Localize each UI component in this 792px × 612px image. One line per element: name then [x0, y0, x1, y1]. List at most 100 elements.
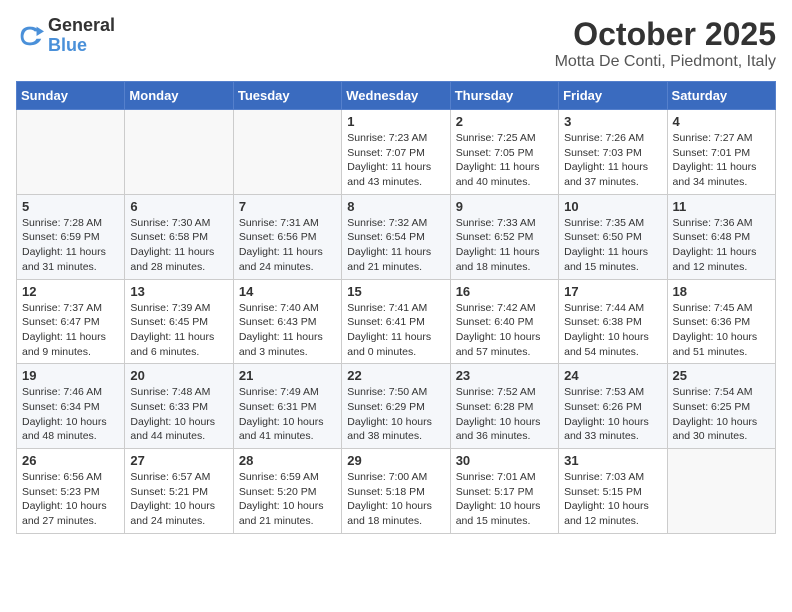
day-info: Sunrise: 7:01 AMSunset: 5:17 PMDaylight:…	[456, 470, 553, 529]
day-info: Sunrise: 7:00 AMSunset: 5:18 PMDaylight:…	[347, 470, 444, 529]
day-number: 22	[347, 368, 444, 383]
table-row: 16 Sunrise: 7:42 AMSunset: 6:40 PMDayligh…	[450, 279, 558, 364]
logo-general-text: General	[48, 16, 115, 36]
table-row: 3 Sunrise: 7:26 AMSunset: 7:03 PMDaylight…	[559, 110, 667, 195]
table-row: 12Sunrise: 7:37 AMSunset: 6:47 PMDayligh…	[17, 279, 125, 364]
table-row	[667, 449, 775, 534]
table-row: 23Sunrise: 7:52 AMSunset: 6:28 PMDayligh…	[450, 364, 558, 449]
day-number: 11	[673, 199, 770, 214]
header-friday: Friday	[559, 82, 667, 110]
table-row: 4Sunrise: 7:27 AMSunset: 7:01 PMDaylight…	[667, 110, 775, 195]
day-number: 26	[22, 453, 119, 468]
day-number: 8	[347, 199, 444, 214]
day-info: Sunrise: 7:42 AMSunset: 6:40 PMDaylight:…	[456, 301, 553, 360]
day-number: 9	[456, 199, 553, 214]
day-info: Sunrise: 7:41 AMSunset: 6:41 PMDaylight:…	[347, 301, 444, 360]
table-row	[125, 110, 233, 195]
day-number: 31	[564, 453, 661, 468]
day-info: Sunrise: 7:46 AMSunset: 6:34 PMDaylight:…	[22, 385, 119, 444]
day-info: Sunrise: 6:56 AMSunset: 5:23 PMDaylight:…	[22, 470, 119, 529]
logo-text: General Blue	[48, 16, 115, 56]
day-number: 7	[239, 199, 336, 214]
day-number: 16	[456, 284, 553, 299]
day-info: Sunrise: 7:54 AMSunset: 6:25 PMDaylight:…	[673, 385, 770, 444]
day-number: 24	[564, 368, 661, 383]
table-row	[233, 110, 341, 195]
calendar-table: Sunday Monday Tuesday Wednesday Thursday…	[16, 81, 776, 534]
table-row: 2 Sunrise: 7:25 AMSunset: 7:05 PMDaylight…	[450, 110, 558, 195]
day-info: Sunrise: 7:26 AMSunset: 7:03 PMDaylight:…	[564, 131, 661, 190]
day-number: 25	[673, 368, 770, 383]
calendar-week-row: 26 Sunrise: 6:56 AMSunset: 5:23 PMDayligh…	[17, 449, 776, 534]
table-row: 6Sunrise: 7:30 AMSunset: 6:58 PMDaylight…	[125, 194, 233, 279]
day-info: Sunrise: 7:50 AMSunset: 6:29 PMDaylight:…	[347, 385, 444, 444]
table-row: 30Sunrise: 7:01 AMSunset: 5:17 PMDayligh…	[450, 449, 558, 534]
table-row: 28Sunrise: 6:59 AMSunset: 5:20 PMDayligh…	[233, 449, 341, 534]
day-info: Sunrise: 7:53 AMSunset: 6:26 PMDaylight:…	[564, 385, 661, 444]
day-info: Sunrise: 7:39 AMSunset: 6:45 PMDaylight:…	[130, 301, 227, 360]
day-number: 3	[564, 114, 661, 129]
table-row: 19 Sunrise: 7:46 AMSunset: 6:34 PMDayligh…	[17, 364, 125, 449]
day-info: Sunrise: 7:03 AMSunset: 5:15 PMDaylight:…	[564, 470, 661, 529]
day-number: 21	[239, 368, 336, 383]
day-number: 15	[347, 284, 444, 299]
page-header: General Blue October 2025 Motta De Conti…	[16, 16, 776, 71]
table-row: 20Sunrise: 7:48 AMSunset: 6:33 PMDayligh…	[125, 364, 233, 449]
table-row: 11 Sunrise: 7:36 AMSunset: 6:48 PMDayligh…	[667, 194, 775, 279]
title-block: October 2025 Motta De Conti, Piedmont, I…	[555, 16, 776, 71]
day-info: Sunrise: 7:48 AMSunset: 6:33 PMDaylight:…	[130, 385, 227, 444]
day-info: Sunrise: 6:57 AMSunset: 5:21 PMDaylight:…	[130, 470, 227, 529]
table-row: 26 Sunrise: 6:56 AMSunset: 5:23 PMDayligh…	[17, 449, 125, 534]
day-number: 27	[130, 453, 227, 468]
header-saturday: Saturday	[667, 82, 775, 110]
table-row: 5Sunrise: 7:28 AMSunset: 6:59 PMDaylight…	[17, 194, 125, 279]
header-tuesday: Tuesday	[233, 82, 341, 110]
day-number: 14	[239, 284, 336, 299]
day-info: Sunrise: 7:25 AMSunset: 7:05 PMDaylight:…	[456, 131, 553, 190]
table-row: 21 Sunrise: 7:49 AMSunset: 6:31 PMDayligh…	[233, 364, 341, 449]
day-info: Sunrise: 7:36 AMSunset: 6:48 PMDaylight:…	[673, 216, 770, 275]
table-row	[17, 110, 125, 195]
day-info: Sunrise: 7:52 AMSunset: 6:28 PMDaylight:…	[456, 385, 553, 444]
table-row: 15 Sunrise: 7:41 AMSunset: 6:41 PMDayligh…	[342, 279, 450, 364]
day-info: Sunrise: 7:40 AMSunset: 6:43 PMDaylight:…	[239, 301, 336, 360]
calendar-week-row: 1 Sunrise: 7:23 AMSunset: 7:07 PMDaylight…	[17, 110, 776, 195]
table-row: 17 Sunrise: 7:44 AMSunset: 6:38 PMDayligh…	[559, 279, 667, 364]
table-row: 1 Sunrise: 7:23 AMSunset: 7:07 PMDaylight…	[342, 110, 450, 195]
day-number: 19	[22, 368, 119, 383]
day-number: 2	[456, 114, 553, 129]
table-row: 9 Sunrise: 7:33 AMSunset: 6:52 PMDaylight…	[450, 194, 558, 279]
day-info: Sunrise: 7:23 AMSunset: 7:07 PMDaylight:…	[347, 131, 444, 190]
day-info: Sunrise: 7:30 AMSunset: 6:58 PMDaylight:…	[130, 216, 227, 275]
table-row: 8 Sunrise: 7:32 AMSunset: 6:54 PMDaylight…	[342, 194, 450, 279]
day-info: Sunrise: 7:31 AMSunset: 6:56 PMDaylight:…	[239, 216, 336, 275]
day-info: Sunrise: 7:33 AMSunset: 6:52 PMDaylight:…	[456, 216, 553, 275]
weekday-header-row: Sunday Monday Tuesday Wednesday Thursday…	[17, 82, 776, 110]
month-title: October 2025	[555, 16, 776, 53]
table-row: 13Sunrise: 7:39 AMSunset: 6:45 PMDayligh…	[125, 279, 233, 364]
day-number: 1	[347, 114, 444, 129]
day-number: 29	[347, 453, 444, 468]
calendar-week-row: 19 Sunrise: 7:46 AMSunset: 6:34 PMDayligh…	[17, 364, 776, 449]
day-info: Sunrise: 7:49 AMSunset: 6:31 PMDaylight:…	[239, 385, 336, 444]
day-info: Sunrise: 7:32 AMSunset: 6:54 PMDaylight:…	[347, 216, 444, 275]
calendar-week-row: 12Sunrise: 7:37 AMSunset: 6:47 PMDayligh…	[17, 279, 776, 364]
header-thursday: Thursday	[450, 82, 558, 110]
day-info: Sunrise: 7:27 AMSunset: 7:01 PMDaylight:…	[673, 131, 770, 190]
day-number: 28	[239, 453, 336, 468]
day-info: Sunrise: 7:37 AMSunset: 6:47 PMDaylight:…	[22, 301, 119, 360]
calendar-week-row: 5Sunrise: 7:28 AMSunset: 6:59 PMDaylight…	[17, 194, 776, 279]
table-row: 25 Sunrise: 7:54 AMSunset: 6:25 PMDayligh…	[667, 364, 775, 449]
day-number: 18	[673, 284, 770, 299]
table-row: 18 Sunrise: 7:45 AMSunset: 6:36 PMDayligh…	[667, 279, 775, 364]
table-row: 22 Sunrise: 7:50 AMSunset: 6:29 PMDayligh…	[342, 364, 450, 449]
day-number: 17	[564, 284, 661, 299]
location-title: Motta De Conti, Piedmont, Italy	[555, 53, 776, 71]
day-info: Sunrise: 7:44 AMSunset: 6:38 PMDaylight:…	[564, 301, 661, 360]
header-wednesday: Wednesday	[342, 82, 450, 110]
day-number: 5	[22, 199, 119, 214]
day-info: Sunrise: 7:35 AMSunset: 6:50 PMDaylight:…	[564, 216, 661, 275]
table-row: 27 Sunrise: 6:57 AMSunset: 5:21 PMDayligh…	[125, 449, 233, 534]
day-info: Sunrise: 7:45 AMSunset: 6:36 PMDaylight:…	[673, 301, 770, 360]
logo: General Blue	[16, 16, 115, 56]
